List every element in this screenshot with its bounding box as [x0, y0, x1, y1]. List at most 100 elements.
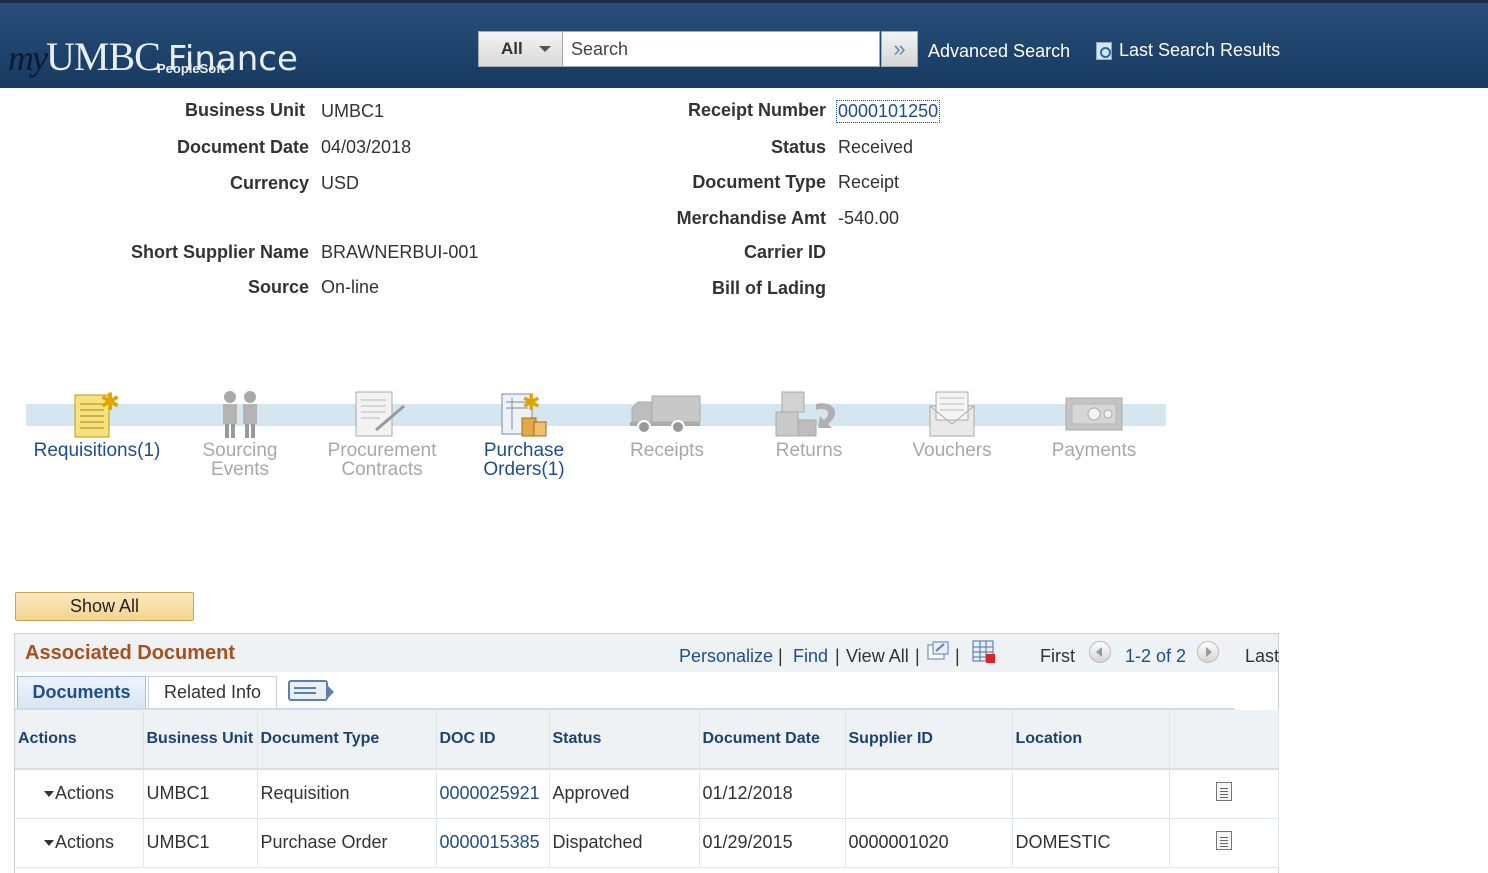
- money-icon: [1065, 397, 1123, 431]
- row-doc-id-link[interactable]: 0000025921: [436, 769, 550, 819]
- row-location: DOMESTIC: [1012, 818, 1170, 868]
- returns-boxes-icon: [775, 391, 836, 437]
- download-spreadsheet-icon[interactable]: [972, 640, 996, 664]
- row-location: [1012, 769, 1170, 819]
- col-location[interactable]: Location: [1012, 710, 1170, 770]
- row-document-date: 01/29/2015: [699, 818, 846, 868]
- document-details-icon[interactable]: [1215, 781, 1232, 801]
- row-status: Dispatched: [549, 818, 700, 868]
- status-label: Status: [770, 137, 826, 157]
- document-type-value: Receipt: [838, 172, 900, 192]
- status-value: Received: [838, 137, 914, 157]
- flow-returns: Returns: [775, 440, 843, 461]
- row-business-unit: UMBC1: [143, 818, 258, 868]
- flow-procurement-contracts: Procurement Contracts: [327, 440, 437, 480]
- document-date-label: Document Date: [176, 137, 309, 157]
- document-type-label: Document Type: [692, 172, 826, 192]
- row-details-cell: [1169, 769, 1279, 819]
- tab-related-info[interactable]: Related Info: [148, 676, 277, 708]
- col-status[interactable]: Status: [549, 710, 700, 770]
- previous-icon[interactable]: [1089, 641, 1111, 663]
- search-scope-dropdown[interactable]: All: [478, 31, 563, 67]
- search-go-button[interactable]: »: [881, 31, 918, 67]
- receipt-number-label: Receipt Number: [687, 100, 826, 120]
- row-actions-menu[interactable]: Actions: [15, 818, 144, 868]
- bill-of-lading-label: Bill of Lading: [712, 278, 826, 298]
- row-document-type: Requisition: [257, 769, 437, 819]
- row-status: Approved: [549, 769, 700, 819]
- col-document-date[interactable]: Document Date: [699, 710, 846, 770]
- flow-payments: Payments: [1051, 440, 1137, 461]
- advanced-search-link[interactable]: Advanced Search: [928, 41, 1070, 62]
- show-all-button[interactable]: Show All: [15, 592, 194, 621]
- grid-title: Associated Document: [25, 642, 236, 664]
- tab-documents[interactable]: Documents: [17, 676, 146, 708]
- next-icon[interactable]: [1197, 641, 1219, 663]
- col-details: [1169, 710, 1279, 770]
- table-row: Actions UMBC1 Purchase Order 0000015385 …: [15, 818, 1279, 868]
- last-link[interactable]: Last: [1245, 646, 1279, 667]
- row-doc-id-link[interactable]: 0000015385: [436, 818, 550, 868]
- documents-table: Actions Business Unit Document Type DOC …: [15, 710, 1279, 868]
- flow-purchase-orders[interactable]: Purchase Orders(1): [470, 441, 578, 479]
- row-supplier-id: [845, 769, 1013, 819]
- row-details-cell: [1169, 818, 1279, 868]
- flow-vouchers: Vouchers: [912, 440, 992, 461]
- row-supplier-id: 0000001020: [845, 818, 1013, 868]
- flow-sourcing-events: Sourcing Events: [202, 440, 278, 480]
- table-header-row: Actions Business Unit Document Type DOC …: [15, 710, 1279, 770]
- contract-icon: [355, 391, 405, 437]
- voucher-envelope-icon: [929, 391, 975, 437]
- associated-document-grid: Associated Document Personalize | Find |…: [14, 633, 1279, 873]
- truck-icon: [630, 395, 701, 434]
- col-doc-id[interactable]: DOC ID: [436, 710, 550, 770]
- umbc-finance-logo[interactable]: myUMBC Finance PeopleSoft: [8, 33, 298, 80]
- find-link[interactable]: Find: [793, 646, 828, 667]
- row-document-date: 01/12/2018: [699, 769, 846, 819]
- grid-tabs: Documents Related Info: [15, 672, 1278, 710]
- document-flow-band: [26, 404, 1166, 426]
- flow-receipts: Receipts: [630, 440, 704, 461]
- show-all-columns-icon[interactable]: [288, 680, 334, 701]
- svg-text:✱: ✱: [100, 390, 120, 416]
- purchase-order-icon[interactable]: ✱: [500, 390, 550, 438]
- merchandise-amt-value: -540.00: [838, 208, 900, 228]
- search-input[interactable]: [563, 31, 880, 67]
- search-bar: All »: [478, 31, 918, 67]
- flow-requisitions[interactable]: Requisitions(1): [30, 441, 164, 460]
- row-actions-menu[interactable]: Actions: [15, 769, 144, 819]
- short-supplier-name-value: BRAWNERBUI-001: [321, 242, 479, 262]
- row-document-type: Purchase Order: [257, 818, 437, 868]
- receipt-number-value[interactable]: 0000101250: [836, 100, 941, 123]
- col-actions: Actions: [15, 710, 144, 770]
- short-supplier-name-label: Short Supplier Name: [130, 242, 309, 262]
- row-range: 1-2 of 2: [1125, 646, 1187, 666]
- row-business-unit: UMBC1: [143, 769, 258, 819]
- grid-title-bar: Associated Document Personalize | Find |…: [15, 634, 1279, 672]
- requisition-icon[interactable]: ✱: [74, 390, 120, 438]
- business-unit-value: UMBC1: [321, 101, 385, 121]
- double-chevron-right-icon: »: [893, 36, 906, 61]
- personalize-link[interactable]: Personalize: [679, 646, 773, 667]
- source-label: Source: [247, 277, 309, 297]
- currency-value: USD: [321, 173, 360, 193]
- col-business-unit[interactable]: Business Unit: [143, 710, 258, 770]
- document-date-value: 04/03/2018: [321, 137, 412, 157]
- business-unit-label: Business Unit: [184, 100, 305, 120]
- app-header: myUMBCFinance PeopleSoft All » Advanced …: [0, 0, 1488, 88]
- table-row: Actions UMBC1 Requisition 0000025921 App…: [15, 769, 1279, 819]
- view-all-link[interactable]: View All: [846, 646, 909, 667]
- last-search-results-link[interactable]: Last Search Results: [1119, 40, 1280, 61]
- source-value: On-line: [321, 277, 380, 297]
- svg-text:✱: ✱: [522, 391, 540, 416]
- sourcing-people-icon: [223, 391, 257, 438]
- currency-label: Currency: [229, 173, 309, 193]
- zoom-grid-icon[interactable]: [927, 641, 949, 661]
- first-link[interactable]: First: [1040, 646, 1075, 667]
- magnifier-document-icon[interactable]: [1096, 42, 1112, 60]
- col-supplier-id[interactable]: Supplier ID: [845, 710, 1013, 770]
- col-document-type[interactable]: Document Type: [257, 710, 437, 770]
- document-details-icon[interactable]: [1215, 830, 1232, 850]
- merchandise-amt-label: Merchandise Amt: [676, 208, 826, 228]
- chevron-down-icon: [538, 46, 551, 52]
